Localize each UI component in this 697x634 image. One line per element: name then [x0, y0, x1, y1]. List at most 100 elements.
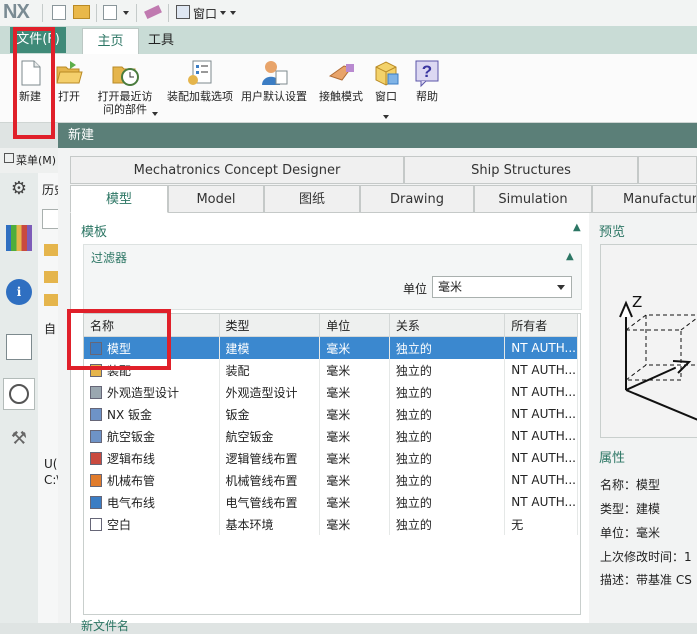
- tab-model[interactable]: Model: [168, 185, 264, 213]
- history-file-label: U(: [44, 457, 58, 471]
- customize-toolbar-icon[interactable]: [230, 11, 236, 15]
- cell-type: 逻辑管线布置: [219, 447, 321, 469]
- mechanical-routing-icon: [90, 473, 102, 487]
- user-defaults-button[interactable]: 用户默认设置: [240, 56, 308, 116]
- web-browser-icon[interactable]: [6, 334, 32, 360]
- collapse-templates-icon[interactable]: ▲: [573, 222, 581, 233]
- table-row[interactable]: NX 钣金 钣金 毫米 独立的 NT AUTH...: [84, 403, 578, 425]
- cell-relation: 独立的: [389, 513, 506, 535]
- cell-owner: NT AUTH...: [504, 381, 578, 403]
- part-navigator-icon[interactable]: [6, 225, 32, 251]
- cell-name: 外观造型设计: [84, 381, 220, 403]
- open-recent-button[interactable]: 打开最近访问的部件: [91, 56, 159, 116]
- cell-owner: NT AUTH...: [504, 359, 578, 381]
- preview-image: Z: [600, 244, 697, 438]
- cell-name: 机械布管: [84, 469, 220, 491]
- touch-mode-button[interactable]: 接触模式: [316, 56, 366, 116]
- tab-tools[interactable]: 工具: [146, 28, 176, 54]
- chevron-down-icon[interactable]: [383, 115, 389, 119]
- table-row[interactable]: 空白 基本环境 毫米 独立的无: [84, 513, 578, 535]
- tab-more[interactable]: [638, 156, 697, 184]
- cell-owner: NT AUTH...: [504, 425, 578, 447]
- cell-name-text: 航空钣金: [107, 429, 156, 444]
- tab-model-cn[interactable]: 模型: [70, 185, 168, 213]
- toolbar-separator: [168, 4, 169, 22]
- window-button-label: 窗口: [375, 90, 397, 103]
- open-recent-button-label: 打开最近访问的部件: [97, 90, 153, 116]
- unit-select[interactable]: 毫米: [432, 276, 572, 298]
- property-label: 单位：: [600, 526, 637, 540]
- chevron-down-icon[interactable]: [220, 11, 226, 15]
- table-row[interactable]: 电气布线 电气管线布置 毫米 独立的 NT AUTH...: [84, 491, 578, 513]
- table-row[interactable]: 逻辑布线 逻辑管线布置 毫米 独立的 NT AUTH...: [84, 447, 578, 469]
- cell-type: 外观造型设计: [219, 381, 321, 403]
- resource-bar: ⚙ i ⚒: [0, 173, 39, 623]
- table-row[interactable]: 外观造型设计 外观造型设计 毫米 独立的 NT AUTH...: [84, 381, 578, 403]
- window-icon[interactable]: [176, 5, 190, 19]
- cell-name: 航空钣金: [84, 425, 220, 447]
- column-header-type[interactable]: 类型: [219, 314, 321, 337]
- touch-mode-label: 接触模式: [319, 90, 363, 103]
- user-defaults-label: 用户默认设置: [241, 90, 307, 103]
- unit-label: 单位: [403, 282, 428, 296]
- new-file-icon[interactable]: [52, 5, 66, 20]
- cell-type: 航空钣金: [219, 425, 321, 447]
- z-axis-label: Z: [632, 293, 642, 311]
- help-button-label: 帮助: [416, 90, 438, 103]
- property-line: 单位：毫米: [600, 524, 660, 541]
- user-defaults-icon: [262, 61, 288, 85]
- cell-name: 电气布线: [84, 491, 220, 513]
- property-value: 模型: [636, 478, 661, 492]
- cell-relation: 独立的: [389, 336, 506, 359]
- roles-icon[interactable]: ⚒: [6, 428, 32, 454]
- svg-text:?: ?: [422, 62, 432, 81]
- tab-simulation[interactable]: Simulation: [474, 185, 592, 213]
- collapse-filter-icon[interactable]: ▲: [566, 251, 574, 262]
- tab-drawing[interactable]: Drawing: [360, 185, 474, 213]
- window-menu[interactable]: 窗口: [193, 5, 217, 22]
- recent-parts-icon: [112, 66, 139, 86]
- cell-name: NX 钣金: [84, 403, 220, 425]
- tab-drawing-cn[interactable]: 图纸: [264, 185, 360, 213]
- column-header-owner[interactable]: 所有者: [504, 314, 578, 337]
- table-row[interactable]: 航空钣金 航空钣金 毫米 独立的 NT AUTH...: [84, 425, 578, 447]
- logical-routing-icon: [90, 451, 102, 465]
- open-button-label: 打开: [58, 90, 80, 103]
- history-tab[interactable]: [3, 378, 35, 410]
- tab-manufacturing[interactable]: Manufacturing: [592, 185, 697, 213]
- clock-icon: [9, 384, 29, 404]
- cell-unit: 毫米: [319, 491, 390, 513]
- open-folder-icon: [56, 61, 83, 84]
- property-label: 描述：: [600, 573, 637, 587]
- gear-icon[interactable]: ⚙: [6, 178, 32, 204]
- help-button[interactable]: ? 帮助: [410, 56, 444, 116]
- property-line: 上次修改时间：1: [600, 548, 692, 565]
- menu-button[interactable]: 菜单(M): [16, 152, 56, 168]
- property-line: 类型：建模: [600, 500, 660, 517]
- tab-home[interactable]: 主页: [82, 28, 139, 55]
- table-row[interactable]: 机械布管 机械管线布置 毫米 独立的 NT AUTH...: [84, 469, 578, 491]
- chevron-down-icon[interactable]: [152, 112, 158, 116]
- cell-type: 机械管线布置: [219, 469, 321, 491]
- chevron-down-icon[interactable]: [123, 11, 129, 15]
- menu-icon[interactable]: [4, 153, 14, 163]
- dialog-tabs-row-1: Mechatronics Concept Designer Ship Struc…: [70, 156, 697, 185]
- filter-title: 过滤器: [91, 251, 128, 265]
- nx-logo: NX: [3, 1, 30, 23]
- datum-csys-preview: Z: [619, 293, 697, 421]
- cell-owner: NT AUTH...: [504, 491, 578, 513]
- column-header-relation[interactable]: 关系: [389, 314, 506, 337]
- open-folder-icon[interactable]: [73, 5, 90, 19]
- new-dropdown-icon[interactable]: [103, 5, 117, 20]
- assembly-load-options-button[interactable]: 装配加载选项: [164, 56, 236, 116]
- cell-type: 基本环境: [219, 513, 321, 535]
- cell-name-text: 机械布管: [107, 473, 156, 488]
- window-button[interactable]: 窗口: [368, 56, 404, 116]
- history-item-label: 自: [44, 322, 57, 336]
- open-button[interactable]: 打开: [53, 56, 85, 116]
- column-header-unit[interactable]: 单位: [319, 314, 390, 337]
- tab-ship-structures[interactable]: Ship Structures: [404, 156, 638, 184]
- cell-owner: NT AUTH...: [504, 336, 578, 359]
- info-icon[interactable]: i: [6, 279, 32, 305]
- tab-mechatronics[interactable]: Mechatronics Concept Designer: [70, 156, 404, 184]
